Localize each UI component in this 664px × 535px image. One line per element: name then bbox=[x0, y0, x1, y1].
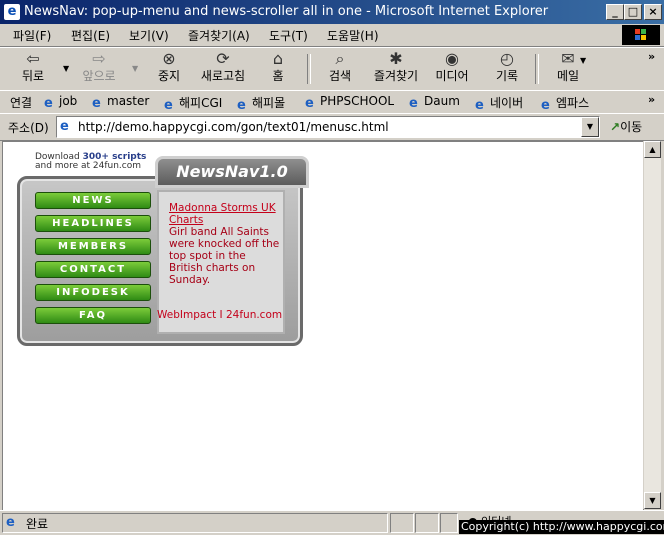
close-button[interactable]: × bbox=[644, 4, 662, 20]
windows-logo bbox=[622, 25, 660, 45]
address-input[interactable]: e http://demo.happycgi.com/gon/text01/me… bbox=[56, 116, 600, 138]
ie-page-icon: e bbox=[541, 98, 550, 113]
history-button[interactable]: ◴ 기록 bbox=[482, 50, 532, 88]
link-naver[interactable]: e 네이버 bbox=[475, 94, 523, 113]
link-phpschool[interactable]: e PHPSCHOOL bbox=[305, 94, 394, 111]
ie-page-icon: e bbox=[44, 96, 53, 111]
media-button[interactable]: ◉ 미디어 bbox=[427, 50, 477, 88]
mail-dropdown-icon[interactable]: ▼ bbox=[580, 56, 586, 65]
ie-page-icon: e bbox=[164, 98, 173, 113]
stop-button[interactable]: ⊗ 중지 bbox=[144, 50, 194, 88]
favorites-folder-icon: ✱ bbox=[389, 49, 403, 68]
status-panel bbox=[440, 513, 458, 533]
ie-page-icon: e bbox=[237, 98, 246, 113]
nav-faq-button[interactable]: FAQ bbox=[35, 307, 151, 324]
nav-news-button[interactable]: NEWS bbox=[35, 192, 151, 209]
links-bar: 연결 e job e master e 해피CGI e 해피몰 e PHPSCHOOL e… bbox=[0, 90, 664, 114]
download-promo[interactable]: Download 300+ scripts and more at 24fun.… bbox=[35, 153, 146, 171]
nav-headlines-button[interactable]: HEADLINES bbox=[35, 215, 151, 232]
toolbar: ⇦ 뒤로 ▼ ⇨ 앞으로 ▼ ⊗ 중지 ⟳ 새로고침 ⌂ 홈 ⌕ 검색 ✱ 즐겨… bbox=[0, 47, 664, 91]
page-done-icon: e bbox=[6, 515, 15, 530]
toolbar-chevron-icon[interactable]: » bbox=[648, 50, 655, 63]
menu-view[interactable]: 보기(V) bbox=[129, 27, 169, 44]
history-icon: ◴ bbox=[500, 49, 514, 68]
address-label: 주소(D) bbox=[8, 121, 49, 135]
webimpact-footer-link[interactable]: WebImpact I 24fun.com bbox=[157, 309, 282, 321]
status-panel bbox=[390, 513, 414, 533]
ie-page-icon: e bbox=[305, 96, 314, 111]
window-title: NewsNav: pop-up-menu and news-scroller a… bbox=[24, 4, 549, 19]
menu-tools[interactable]: 도구(T) bbox=[269, 27, 308, 44]
mail-icon: ✉ bbox=[561, 49, 575, 68]
ie-page-icon: e bbox=[92, 96, 101, 111]
address-url: http://demo.happycgi.com/gon/text01/menu… bbox=[78, 120, 389, 134]
minimize-button[interactable]: _ bbox=[606, 4, 624, 20]
refresh-icon: ⟳ bbox=[216, 49, 230, 68]
menu-bar: 파일(F) 편집(E) 보기(V) 즐겨찾기(A) 도구(T) 도움말(H) bbox=[0, 24, 664, 47]
back-button[interactable]: ⇦ 뒤로 bbox=[8, 50, 58, 88]
search-icon: ⌕ bbox=[335, 49, 345, 68]
link-empas[interactable]: e 엠파스 bbox=[541, 94, 589, 113]
link-daum[interactable]: e Daum bbox=[409, 94, 460, 111]
refresh-button[interactable]: ⟳ 새로고침 bbox=[198, 50, 248, 88]
scroll-down-icon[interactable]: ▼ bbox=[644, 492, 661, 509]
menu-file[interactable]: 파일(F) bbox=[13, 27, 51, 44]
link-master[interactable]: e master bbox=[92, 94, 149, 111]
news-body-text: Girl band All Saints were knocked off th… bbox=[169, 226, 280, 286]
newsnav-logo: NewsNav1.0 bbox=[155, 156, 309, 188]
toolbar-separator bbox=[535, 54, 539, 84]
title-bar: e NewsNav: pop-up-menu and news-scroller… bbox=[0, 0, 664, 24]
stop-icon: ⊗ bbox=[162, 49, 176, 68]
maximize-button[interactable]: □ bbox=[624, 4, 642, 20]
menu-edit[interactable]: 편집(E) bbox=[71, 27, 110, 44]
ie-page-icon: e bbox=[475, 98, 484, 113]
search-button[interactable]: ⌕ 검색 bbox=[315, 50, 365, 88]
ie-page-icon: e bbox=[60, 119, 69, 134]
page-viewport: Download 300+ scripts and more at 24fun.… bbox=[2, 141, 644, 511]
back-arrow-icon: ⇦ bbox=[26, 49, 40, 68]
news-headline-link[interactable]: Madonna Storms UK Charts bbox=[169, 202, 281, 226]
address-bar: 주소(D) e http://demo.happycgi.com/gon/tex… bbox=[0, 113, 664, 141]
menu-favorites[interactable]: 즐겨찾기(A) bbox=[188, 27, 250, 44]
link-job[interactable]: e job bbox=[44, 94, 77, 111]
copyright-watermark: Copyright(c) http://www.happycgi.com bbox=[459, 520, 664, 534]
forward-button[interactable]: ⇨ 앞으로 bbox=[74, 50, 124, 88]
favorites-button[interactable]: ✱ 즐겨찾기 bbox=[371, 50, 421, 88]
toolbar-separator bbox=[307, 54, 311, 84]
link-happymall[interactable]: e 해피몰 bbox=[237, 94, 285, 113]
vertical-scrollbar[interactable]: ▲ ▼ bbox=[643, 141, 661, 509]
go-button[interactable]: ↗이동 bbox=[610, 118, 642, 135]
forward-arrow-icon: ⇨ bbox=[92, 49, 106, 68]
status-panel bbox=[415, 513, 439, 533]
go-arrow-icon: ↗ bbox=[610, 120, 621, 134]
forward-dropdown-icon[interactable]: ▼ bbox=[132, 64, 138, 73]
links-chevron-icon[interactable]: » bbox=[648, 93, 655, 106]
links-label: 연결 bbox=[10, 96, 33, 110]
ie-icon: e bbox=[4, 4, 20, 20]
scroll-up-icon[interactable]: ▲ bbox=[644, 141, 661, 158]
back-dropdown-icon[interactable]: ▼ bbox=[63, 64, 69, 73]
link-happycgi[interactable]: e 해피CGI bbox=[164, 94, 222, 113]
home-button[interactable]: ⌂ 홈 bbox=[253, 50, 303, 88]
media-icon: ◉ bbox=[445, 49, 459, 68]
status-text: 완료 bbox=[26, 517, 49, 531]
nav-infodesk-button[interactable]: INFODESK bbox=[35, 284, 151, 301]
nav-members-button[interactable]: MEMBERS bbox=[35, 238, 151, 255]
menu-help[interactable]: 도움말(H) bbox=[327, 27, 379, 44]
status-panel bbox=[2, 513, 388, 533]
ie-page-icon: e bbox=[409, 96, 418, 111]
nav-contact-button[interactable]: CONTACT bbox=[35, 261, 151, 278]
address-dropdown-button[interactable]: ▼ bbox=[581, 117, 599, 137]
home-icon: ⌂ bbox=[272, 49, 284, 68]
